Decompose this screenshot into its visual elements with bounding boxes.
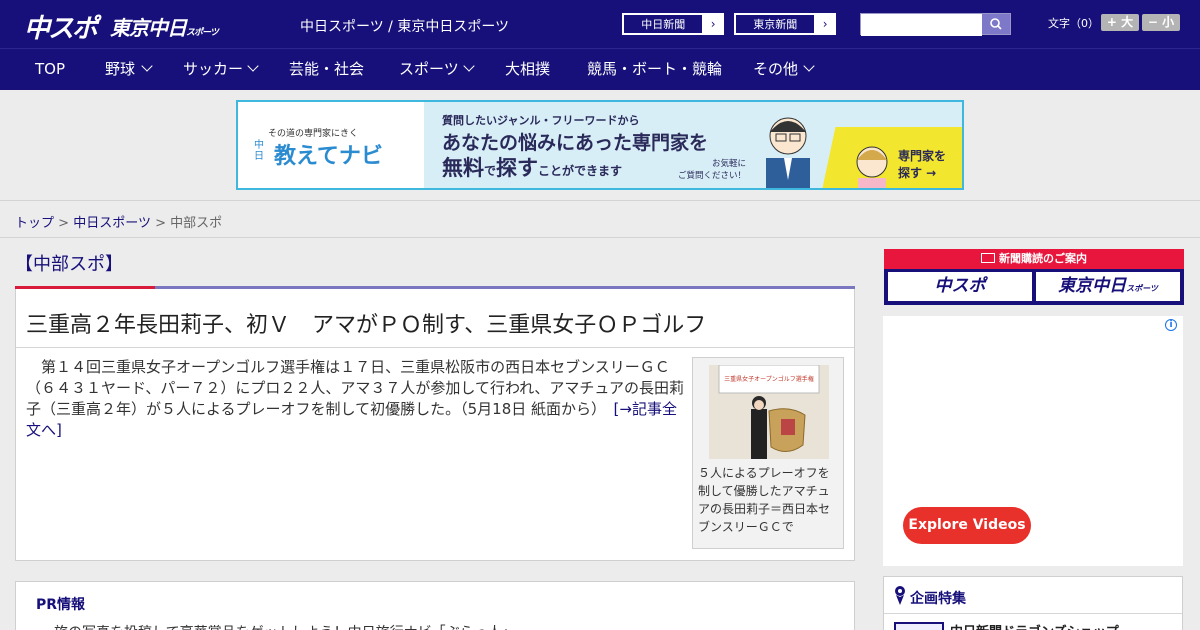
site-title: 中日スポーツ / 東京中日スポーツ [300,19,510,35]
banner-cta-2: 探す → [898,166,937,180]
banner-note-2: ご質問ください！ [678,171,747,181]
chevron-down-icon [247,60,259,72]
article-card: 三重高２年長田莉子、初Ｖ アマがＰＯ制す、三重県女子ＯＰゴルフ 第１４回三重県女… [15,289,855,561]
chevron-down-icon [141,60,153,72]
banner-line3-a: 無料 [442,156,484,180]
tokyo-shimbun-button[interactable]: 東京新聞 › [734,13,836,35]
headline-divider [16,347,854,348]
nav-item-soccer[interactable]: サッカー [183,49,243,90]
banner-cta: 専門家を探す → [898,148,946,182]
subscribe-chunichi-button[interactable]: 中スポ [888,272,1032,301]
nav-item-top[interactable]: TOP [35,49,65,90]
newspaper-icon [981,253,995,263]
banner-brand-name: 教えてナビ [274,144,383,169]
breadcrumb: トップ > 中日スポーツ > 中部スポ [15,212,222,231]
subscribe-tokyo-label: 東京中日 [1058,276,1127,296]
banner-cta-1: 専門家を [898,149,947,163]
search-button[interactable] [982,14,1010,34]
chevron-down-icon [803,60,815,72]
banner-note: お気軽にご質問ください！ [678,158,746,182]
section-title: 【中部スポ】 [15,254,123,275]
article-photo[interactable]: 三重県女子オープンゴルフ選手権 [709,365,829,459]
photo-caption: ５人によるプレーオフを制して優勝したアマチュアの長田莉子＝西日本セブンスリーＧＣ… [698,466,831,534]
subscription-heading: 新聞購読のご案内 [884,249,1184,269]
subscribe-tokyo-small: スポーツ [1126,284,1158,293]
tokyo-shimbun-label: 東京新聞 [735,14,816,34]
search-icon [990,18,1002,30]
feature-thumbnail[interactable] [894,622,944,630]
font-bigger-button[interactable]: + 大 [1101,14,1139,31]
nav-item-entertainment[interactable]: 芸能・社会 [289,49,364,90]
chunichi-shimbun-label: 中日新聞 [623,14,704,34]
article-body-text: 第１４回三重県女子オープンゴルフ選手権は１７日、三重県松阪市の西日本セブンスリー… [26,358,685,418]
banner-brand-side: 中日 [254,140,264,162]
article-photo-box: 三重県女子オープンゴルフ選手権 ５人によるプレーオフを制して優勝したアマチュアの… [692,357,844,549]
nav-item-sumo[interactable]: 大相撲 [505,49,550,90]
banner-line3: 無料で探すことができます [442,152,622,182]
video-ad: i Explore Videos [883,316,1183,566]
search-box [860,13,1011,36]
explore-videos-button[interactable]: Explore Videos [903,507,1031,544]
nav-item-sports[interactable]: スポーツ [399,49,459,90]
feature-link[interactable]: 中日新聞ドラゴンズショップ [950,621,1119,630]
search-input[interactable] [861,15,982,36]
feature-title: 企画特集 [910,591,966,607]
banner-line3-d: ことができます [538,164,623,178]
breadcrumb-separator: > [58,216,70,231]
banner-line3-b: で [484,164,497,178]
chevron-right-icon: › [822,17,828,31]
font-size-label: 文字（0） [1048,17,1099,30]
chevron-down-icon [463,60,475,72]
banner-line1: 質問したいジャンル・フリーワードから [442,114,640,127]
nav-item-baseball[interactable]: 野球 [105,49,135,90]
ribbon-icon [895,586,905,605]
breadcrumb-current: 中部スポ [170,216,223,231]
photo-banner-text: 三重県女子オープンゴルフ選手権 [724,375,814,383]
ad-info-icon[interactable]: i [1165,319,1177,331]
pr-title: PR情報 [36,597,86,613]
chunichi-sports-logo[interactable]: 中スポ [24,8,98,45]
questioning-woman-illustration [856,146,888,188]
breadcrumb-section-link[interactable]: 中日スポーツ [73,216,151,231]
article-headline: 三重高２年長田莉子、初Ｖ アマがＰＯ制す、三重県女子ＯＰゴルフ [26,313,707,338]
tokyo-chunichi-logo[interactable]: 東京中日スポーツ [110,12,219,41]
nav-item-other[interactable]: その他 [753,49,798,90]
tokyo-chunichi-logo-text: 東京中日 [110,16,187,40]
feature-box: 企画特集 中日新聞ドラゴンズショップ [883,576,1183,630]
subscription-box: 新聞購読のご案内 中スポ 東京中日スポーツ [884,249,1184,305]
breadcrumb-bar: トップ > 中日スポーツ > 中部スポ [0,200,1200,238]
banner-line3-c: 探す [496,156,539,180]
breadcrumb-separator: > [155,216,166,231]
nav-item-racing[interactable]: 競馬・ボート・競輪 [587,49,722,90]
oshiete-navi-banner[interactable]: その道の専門家にきく 中日 教えてナビ 質問したいジャンル・フリーワードから あ… [236,100,964,190]
chunichi-shimbun-button[interactable]: 中日新聞 › [622,13,724,35]
tokyo-chunichi-logo-small: スポーツ [186,28,219,38]
subscribe-tokyo-button[interactable]: 東京中日スポーツ [1036,272,1180,301]
chevron-right-icon: › [710,17,716,31]
pr-box: PR情報 ・旅の写真を投稿して豪華賞品をゲットしよう！中日旅行ナビ「ぶらっ人」 [15,581,855,630]
feature-divider [884,613,1182,614]
main-nav: TOP 野球 サッカー 芸能・社会 スポーツ 大相撲 競馬・ボート・競輪 その他 [0,48,1200,90]
pr-link[interactable]: ・旅の写真を投稿して豪華賞品をゲットしよう！中日旅行ナビ「ぶらっ人」 [40,622,516,630]
breadcrumb-top-link[interactable]: トップ [15,216,54,231]
banner-line2: あなたの悩みにあった専門家を [442,132,709,154]
banner-note-1: お気軽に [712,159,747,169]
subscription-heading-text: 新聞購読のご案内 [999,252,1087,265]
top-header: 中スポ 東京中日スポーツ 中日スポーツ / 東京中日スポーツ 中日新聞 › 東京… [0,0,1200,48]
font-smaller-button[interactable]: − 小 [1142,14,1180,31]
expert-man-illustration [766,117,810,188]
article-body: 第１４回三重県女子オープンゴルフ選手権は１７日、三重県松阪市の西日本セブンスリー… [26,357,686,441]
